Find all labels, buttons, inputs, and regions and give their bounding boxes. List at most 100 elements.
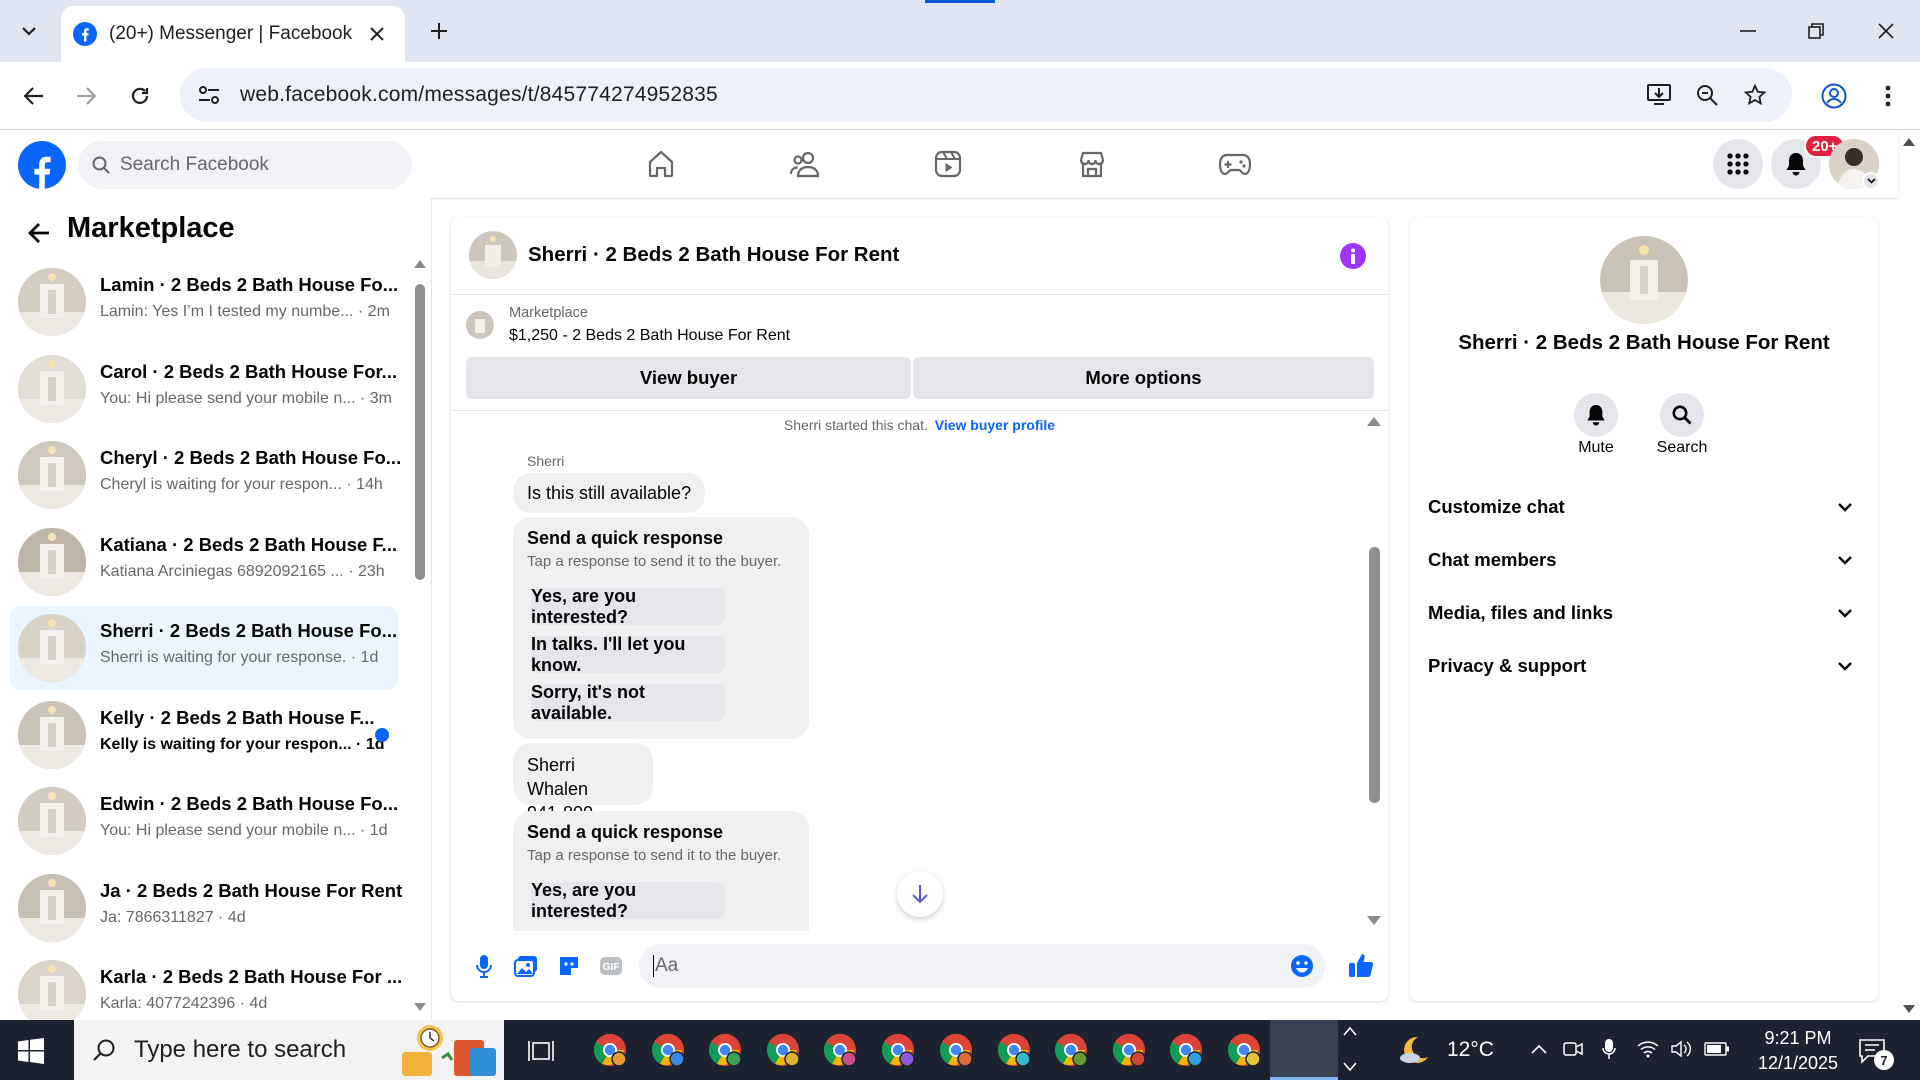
gif-icon[interactable]: GIF	[596, 951, 626, 981]
browser-menu-icon[interactable]	[1870, 78, 1906, 114]
view-buyer-button[interactable]: View buyer	[466, 357, 911, 399]
chat-scroll-up-icon[interactable]	[1367, 417, 1381, 426]
facebook-search[interactable]: Search Facebook	[78, 141, 412, 189]
reload-icon[interactable]	[122, 78, 158, 114]
address-bar[interactable]: web.facebook.com/messages/t/845774274952…	[180, 68, 1792, 122]
conversation-item[interactable]: Carol · 2 Beds 2 Bath House For... You: H…	[10, 347, 398, 431]
conversation-item[interactable]: Sherri · 2 Beds 2 Bath House Fo... Sherri…	[10, 606, 398, 690]
search-in-chat-button[interactable]	[1660, 393, 1704, 437]
chrome-profile-app-icon[interactable]	[765, 1032, 801, 1068]
back-arrow-icon[interactable]	[16, 78, 52, 114]
account-chevron-icon[interactable]	[1862, 172, 1880, 190]
message-input[interactable]: Aa	[639, 944, 1325, 988]
minimize-icon[interactable]	[1728, 14, 1768, 48]
more-options-button[interactable]: More options	[913, 357, 1374, 399]
chat-members-section[interactable]: Chat members	[1428, 540, 1860, 580]
chevron-down-icon	[1838, 555, 1852, 565]
privacy-support-section[interactable]: Privacy & support	[1428, 646, 1860, 686]
install-app-icon[interactable]	[1644, 80, 1674, 110]
chrome-profile-app-icon[interactable]	[880, 1032, 916, 1068]
page-scroll-up-icon[interactable]	[1903, 138, 1915, 146]
emoji-icon[interactable]	[1289, 953, 1315, 979]
chrome-profile-app-icon[interactable]	[938, 1032, 974, 1068]
microphone-icon[interactable]	[469, 951, 499, 981]
chrome-profile-app-icon[interactable]	[1111, 1032, 1147, 1068]
inbox-scroll-down-icon[interactable]	[414, 1003, 426, 1011]
inbox-scrollbar-thumb[interactable]	[415, 284, 425, 580]
microphone-tray-icon[interactable]	[1596, 1034, 1622, 1064]
facebook-logo[interactable]	[18, 141, 66, 189]
taskbar-search[interactable]: Type here to search	[74, 1020, 504, 1080]
info-avatar[interactable]	[1600, 236, 1688, 324]
taskbar-overflow-down-icon[interactable]	[1343, 1062, 1357, 1072]
inbox-scroll-up-icon[interactable]	[414, 260, 426, 268]
conversation-item[interactable]: Edwin · 2 Beds 2 Bath House Fo... You: Hi…	[10, 779, 398, 863]
conversation-item[interactable]: Ja · 2 Beds 2 Bath House For Rent Ja: 786…	[10, 866, 402, 950]
section-label: Privacy & support	[1428, 655, 1587, 676]
customize-chat-section[interactable]: Customize chat	[1428, 487, 1860, 527]
media-files-links-section[interactable]: Media, files and links	[1428, 593, 1860, 633]
chat-scrollbar-thumb[interactable]	[1369, 547, 1380, 803]
tab-close-icon[interactable]	[363, 20, 391, 48]
weather-moon-icon[interactable]	[1396, 1032, 1432, 1068]
conversation-item[interactable]: Lamin · 2 Beds 2 Bath House Fo... Lamin: …	[10, 260, 398, 344]
page-scroll-down-icon[interactable]	[1903, 1005, 1915, 1013]
taskbar-overflow-up-icon[interactable]	[1343, 1026, 1357, 1036]
volume-icon[interactable]	[1668, 1036, 1696, 1062]
sticker-icon[interactable]	[554, 951, 584, 981]
conversation-item[interactable]: Katiana · 2 Beds 2 Bath House F... Katian…	[10, 520, 398, 604]
conversation-avatar	[18, 268, 86, 336]
forward-arrow-icon[interactable]	[68, 78, 104, 114]
tab-search-chevron-icon[interactable]	[12, 14, 46, 48]
tray-chevron-up-icon[interactable]	[1526, 1036, 1552, 1062]
bookmark-star-icon[interactable]	[1740, 80, 1770, 110]
gaming-icon[interactable]	[1215, 144, 1255, 184]
battery-icon[interactable]	[1702, 1036, 1732, 1062]
restore-window-icon[interactable]	[1796, 14, 1836, 48]
quick-response-yes[interactable]: Yes, are you interested?	[531, 586, 725, 627]
listing-thumbnail[interactable]	[466, 311, 494, 339]
task-view-icon[interactable]	[524, 1034, 558, 1068]
bell-icon	[1587, 405, 1605, 426]
chat-scroll-down-icon[interactable]	[1367, 916, 1381, 925]
menu-grid-button[interactable]	[1713, 139, 1763, 189]
close-window-icon[interactable]	[1866, 14, 1906, 48]
quick-response-yes[interactable]: Yes, are you interested?	[531, 880, 725, 921]
chrome-profile-app-icon[interactable]	[1226, 1032, 1262, 1068]
new-tab-plus-icon[interactable]	[422, 14, 456, 48]
clock[interactable]: 9:21 PM 12/1/2025	[1748, 1026, 1848, 1076]
zoom-icon[interactable]	[1692, 80, 1722, 110]
back-arrow-icon[interactable]	[22, 216, 56, 250]
chrome-profile-app-icon[interactable]	[996, 1032, 1032, 1068]
listing-title[interactable]: $1,250 - 2 Beds 2 Bath House For Rent	[509, 327, 790, 345]
chrome-profile-app-icon[interactable]	[1053, 1032, 1089, 1068]
windows-start-icon[interactable]	[14, 1034, 48, 1068]
quick-response-in-talks[interactable]: In talks. I'll let you know.	[531, 634, 725, 675]
browser-tab-messenger[interactable]: (20+) Messenger | Facebook	[61, 6, 405, 62]
profile-icon[interactable]	[1816, 78, 1852, 114]
conversation-item[interactable]: Cheryl · 2 Beds 2 Bath House Fo... Cheryl…	[10, 433, 401, 517]
chrome-profile-app-icon[interactable]	[1168, 1032, 1204, 1068]
chrome-profile-app-icon[interactable]	[707, 1032, 743, 1068]
thumbs-up-icon[interactable]	[1345, 949, 1377, 981]
info-icon[interactable]	[1340, 243, 1366, 269]
temperature[interactable]: 12°C	[1447, 1038, 1494, 1062]
quick-response-not-available[interactable]: Sorry, it's not available.	[531, 682, 725, 723]
home-icon[interactable]	[641, 144, 681, 184]
scroll-to-bottom-button[interactable]	[897, 871, 943, 917]
site-info-icon[interactable]	[198, 85, 220, 105]
chrome-profile-app-icon[interactable]	[650, 1032, 686, 1068]
message-bubble: Is this still available?	[513, 473, 706, 513]
chrome-profile-app-icon[interactable]	[822, 1032, 858, 1068]
chrome-profile-app-icon[interactable]	[592, 1032, 628, 1068]
conversation-item[interactable]: Kelly · 2 Beds 2 Bath House F... Kelly is…	[10, 693, 398, 777]
chat-avatar[interactable]	[469, 231, 517, 279]
marketplace-icon[interactable]	[1072, 144, 1112, 184]
meet-now-icon[interactable]	[1560, 1036, 1586, 1062]
photo-icon[interactable]	[511, 951, 541, 981]
friends-icon[interactable]	[785, 144, 825, 184]
mute-button[interactable]	[1574, 393, 1618, 437]
view-buyer-profile-link[interactable]: View buyer profile	[935, 417, 1055, 433]
video-icon[interactable]	[928, 144, 968, 184]
wifi-icon[interactable]	[1634, 1036, 1662, 1062]
